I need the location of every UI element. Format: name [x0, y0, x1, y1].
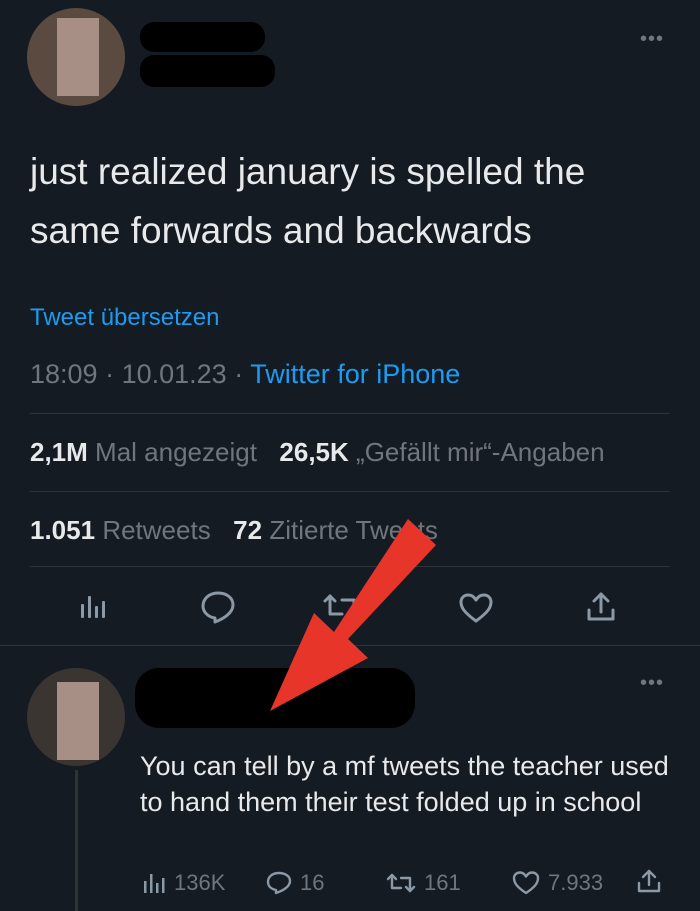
tweet-meta: 18:09 · 10.01.23 · Twitter for iPhone	[30, 359, 460, 390]
translate-tweet-link[interactable]: Tweet übersetzen	[30, 304, 219, 332]
author-handle-redaction	[140, 55, 275, 87]
like-heart-icon	[512, 871, 540, 895]
avatar-blur	[57, 682, 99, 760]
likes-label[interactable]: „Gefällt mir“-Angaben	[356, 437, 605, 467]
reply-author-avatar[interactable]	[27, 668, 125, 766]
tweet-text: just realized january is spelled the sam…	[30, 151, 586, 251]
author-avatar[interactable]	[27, 8, 125, 106]
reply-replies-stat[interactable]: 16	[266, 870, 324, 896]
analytics-icon[interactable]	[78, 592, 108, 622]
reply-retweets-count: 161	[424, 870, 461, 895]
author-name-redaction	[140, 22, 265, 52]
retweet-icon	[386, 873, 416, 893]
views-label: Mal angezeigt	[95, 437, 257, 467]
reply-likes-count: 7.933	[548, 870, 604, 895]
reply-likes-stat[interactable]: 7.933	[512, 870, 603, 896]
reply-views-count: 136K	[174, 870, 226, 895]
tweet-date: 10.01.23	[121, 359, 227, 389]
meta-separator: ·	[97, 359, 122, 389]
reply-views-stat[interactable]: 136K	[142, 870, 225, 896]
reply-icon[interactable]	[200, 590, 236, 624]
reply-text: You can tell by a mf tweets the teacher …	[140, 751, 669, 817]
tweet-source-link[interactable]: Twitter for iPhone	[250, 359, 460, 389]
likes-count[interactable]: 26,5K	[279, 437, 348, 467]
reply-icon	[266, 871, 292, 895]
share-icon[interactable]	[584, 590, 618, 624]
tweet-time: 18:09	[30, 359, 98, 389]
avatar-blur	[57, 18, 99, 96]
red-annotation-arrow	[270, 519, 436, 711]
reply-more-options-icon[interactable]: •••	[640, 672, 664, 695]
meta-separator: ·	[226, 359, 251, 389]
reply-retweets-stat[interactable]: 161	[386, 870, 461, 896]
retweets-count[interactable]: 1.051	[30, 515, 95, 545]
views-count: 2,1M	[30, 437, 88, 467]
reply-thread-line	[75, 770, 78, 911]
divider	[30, 491, 670, 492]
more-options-icon[interactable]: •••	[640, 28, 664, 51]
views-likes-stats: 2,1M Mal angezeigt 26,5K „Gefällt mir“-A…	[30, 437, 605, 468]
reply-replies-count: 16	[300, 870, 325, 895]
divider	[30, 413, 670, 414]
retweets-label[interactable]: Retweets	[102, 515, 210, 545]
like-heart-icon[interactable]	[458, 592, 494, 624]
analytics-icon	[144, 874, 165, 893]
reply-share-icon[interactable]	[636, 868, 662, 894]
